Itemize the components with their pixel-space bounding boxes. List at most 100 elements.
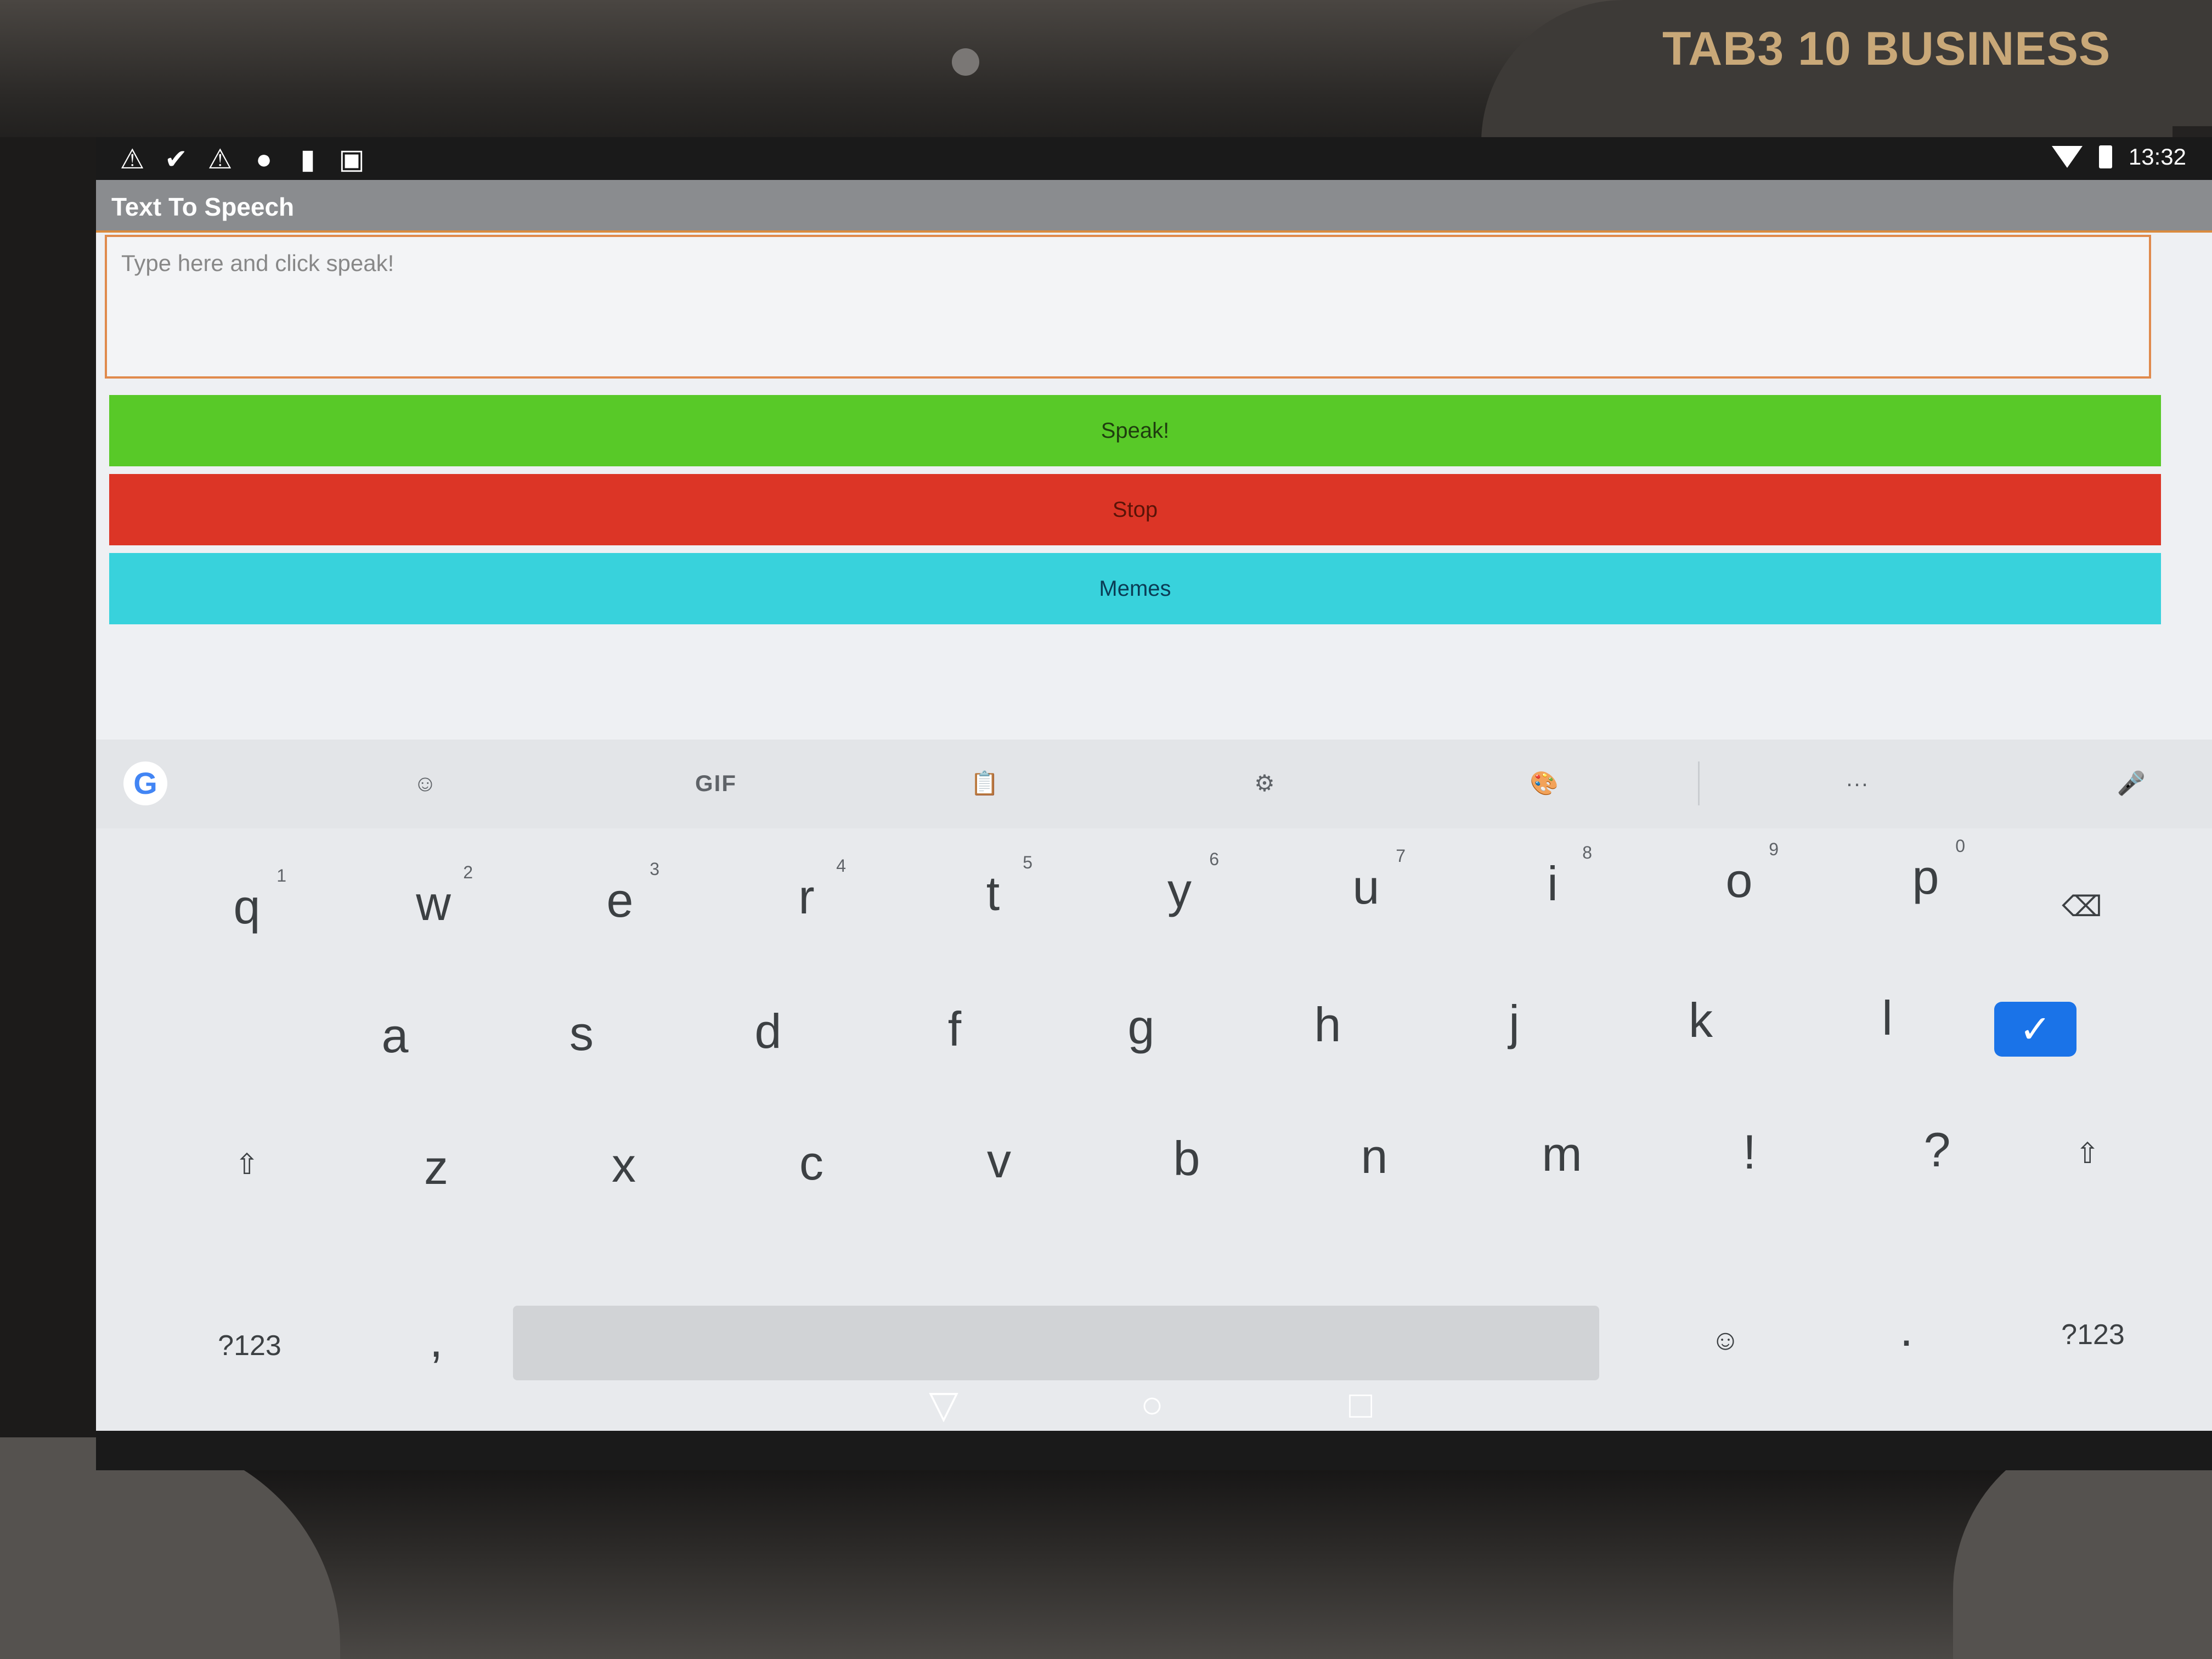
key-q[interactable]: q1 (192, 855, 302, 959)
notification-icons: ⚠ ✔ ⚠ ● ▮ ▣ (118, 145, 366, 173)
key-w[interactable]: w2 (379, 851, 488, 956)
recents-icon[interactable]: □ (1339, 1383, 1383, 1426)
key-v[interactable]: v (944, 1109, 1054, 1213)
key-label: r (798, 870, 815, 924)
key-l[interactable]: l (1832, 966, 1942, 1070)
warning-icon: ⚠ (120, 144, 145, 174)
key-label: a (381, 1008, 409, 1063)
key-label: b (1173, 1131, 1200, 1186)
key-label: z (424, 1140, 448, 1194)
key-label: w (416, 876, 451, 930)
status-right: 13:32 (2051, 144, 2186, 170)
shift-right-icon[interactable]: ⇧ (2033, 1102, 2142, 1206)
device-brand-label: TAB3 10 BUSINESS (1662, 22, 2111, 75)
speech-text-input[interactable] (105, 235, 2151, 379)
comma-key[interactable]: , (381, 1288, 491, 1392)
image-icon: ▣ (338, 144, 365, 174)
clock: 13:32 (2128, 144, 2186, 170)
home-icon[interactable]: ○ (1130, 1383, 1174, 1426)
sd-card-icon: ▮ (300, 144, 315, 174)
key-x[interactable]: x (569, 1113, 679, 1217)
speak-button[interactable]: Speak! (109, 395, 2161, 466)
google-icon[interactable]: G (123, 761, 167, 805)
key-g[interactable]: g (1086, 975, 1196, 1079)
app-title: Text To Speech (111, 193, 295, 221)
key-label: m (1542, 1127, 1582, 1181)
key-label: c (799, 1136, 823, 1190)
stop-button[interactable]: Stop (109, 474, 2161, 545)
key-s[interactable]: s (527, 981, 636, 1086)
key-d[interactable]: d (713, 979, 823, 1084)
warning-icon: ⚠ (207, 144, 233, 174)
key-label: k (1689, 993, 1713, 1047)
key-number-hint: 6 (1209, 849, 1219, 869)
wifi-icon (2051, 146, 2083, 168)
key-label: s (569, 1006, 594, 1060)
sticker-icon[interactable]: ☺ (403, 761, 447, 805)
key-question[interactable]: ? (1882, 1098, 1992, 1202)
status-bar: ⚠ ✔ ⚠ ● ▮ ▣ 13:32 (96, 137, 2212, 180)
key-label: ? (1923, 1122, 1951, 1177)
keyboard-suggestion-bar: G ☺ GIF 📋 ⚙ 🎨 ··· 🎤 (96, 740, 2212, 828)
check-icon: ✔ (165, 144, 188, 174)
key-y[interactable]: y6 (1125, 838, 1234, 943)
key-b[interactable]: b (1132, 1107, 1242, 1211)
key-number-hint: 3 (650, 859, 659, 879)
key-h[interactable]: h (1273, 973, 1383, 1077)
symbols-key-right[interactable]: ?123 (2038, 1283, 2148, 1387)
key-label: i (1547, 856, 1558, 911)
key-label: u (1352, 860, 1380, 914)
key-t[interactable]: t5 (938, 842, 1048, 946)
key-c[interactable]: c (757, 1111, 866, 1215)
key-label: l (1882, 991, 1893, 1045)
key-a[interactable]: a (340, 984, 450, 1088)
space-key[interactable] (513, 1306, 1599, 1380)
key-number-hint: 2 (463, 862, 473, 882)
key-p[interactable]: p0 (1871, 825, 1980, 929)
key-exclamation[interactable]: ! (1695, 1100, 1804, 1204)
app-bar: Text To Speech (96, 180, 2212, 233)
key-j[interactable]: j (1459, 970, 1569, 1075)
period-key[interactable]: . (1852, 1277, 1961, 1381)
key-k[interactable]: k (1646, 968, 1756, 1073)
soft-keyboard: G ☺ GIF 📋 ⚙ 🎨 ··· 🎤 ⌫ ✓ ⇧ ⇧ ?123 , ☺ . ?… (96, 740, 2212, 1431)
key-label: q (233, 879, 261, 934)
settings-icon[interactable]: ⚙ (1243, 761, 1286, 805)
key-number-hint: 9 (1769, 839, 1779, 859)
screen: ⚠ ✔ ⚠ ● ▮ ▣ 13:32 Text To Speech Speak! … (96, 137, 2212, 1470)
key-number-hint: 8 (1582, 843, 1592, 862)
device-left-bezel (0, 137, 96, 1481)
backspace-icon[interactable]: ⌫ (2027, 855, 2137, 959)
key-number-hint: 1 (276, 866, 286, 885)
key-e[interactable]: e3 (565, 848, 675, 952)
key-label: h (1314, 997, 1341, 1052)
suggestion-divider (1698, 761, 1700, 805)
emoji-icon[interactable]: ☺ (1671, 1288, 1780, 1392)
key-label: j (1509, 995, 1520, 1049)
circle-icon: ● (255, 144, 273, 174)
key-label: g (1127, 1000, 1155, 1054)
key-number-hint: 0 (1955, 836, 1965, 856)
key-label: e (606, 873, 634, 927)
more-icon[interactable]: ··· (1830, 761, 1884, 805)
palette-icon[interactable]: 🎨 (1522, 761, 1566, 805)
key-f[interactable]: f (900, 977, 1009, 1081)
key-n[interactable]: n (1319, 1104, 1429, 1209)
enter-check-icon[interactable]: ✓ (1994, 1002, 2076, 1057)
key-m[interactable]: m (1507, 1102, 1617, 1206)
key-z[interactable]: z (381, 1115, 491, 1220)
shift-left-icon[interactable]: ⇧ (192, 1113, 302, 1217)
key-o[interactable]: o9 (1684, 828, 1794, 933)
screen-nav-strip (96, 1431, 2212, 1470)
symbols-key-left[interactable]: ?123 (195, 1294, 304, 1398)
key-r[interactable]: r4 (752, 845, 861, 949)
memes-button[interactable]: Memes (109, 553, 2161, 624)
back-icon[interactable]: ▽ (922, 1383, 966, 1426)
gif-button[interactable]: GIF (678, 761, 754, 805)
key-i[interactable]: i8 (1498, 832, 1607, 936)
key-label: t (986, 866, 1000, 921)
microphone-icon[interactable]: 🎤 (2109, 761, 2153, 805)
key-u[interactable]: u7 (1311, 835, 1421, 939)
front-camera (952, 48, 979, 76)
clipboard-icon[interactable]: 📋 (963, 761, 1007, 805)
